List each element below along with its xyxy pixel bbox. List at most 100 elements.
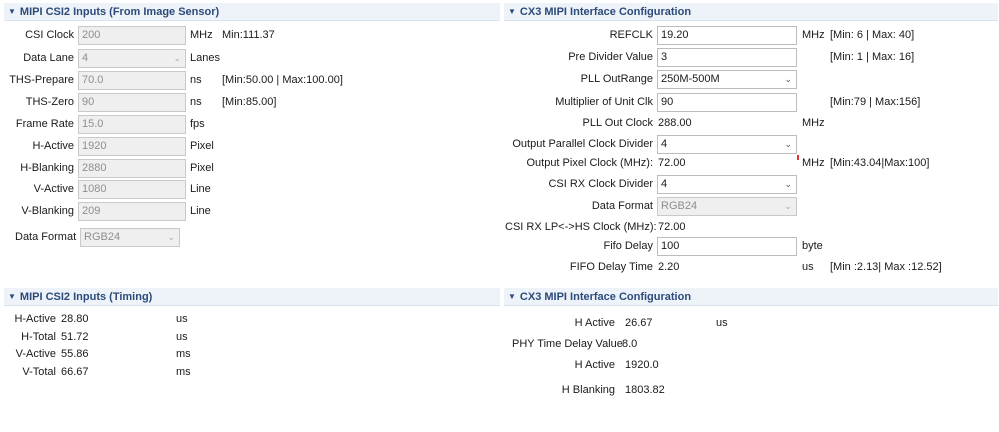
fifo-delay-time-label: FIFO Delay Time xyxy=(569,261,653,273)
h-active-label: H-Active xyxy=(32,140,74,152)
multiplier-label: Multiplier of Unit Clk xyxy=(555,96,653,108)
output-parallel-clock-divider-value: 4 xyxy=(661,138,668,150)
refclk-label: REFCLK xyxy=(609,29,653,41)
chevron-down-icon: ⌄ xyxy=(167,232,175,242)
frame-rate-input[interactable]: 15.0 xyxy=(78,115,186,134)
timing-v-total-unit: ms xyxy=(176,366,191,378)
chevron-down-icon: ⌄ xyxy=(784,139,792,149)
v-active-input[interactable]: 1080 xyxy=(78,180,186,199)
output-pixel-clock-unit: MHz xyxy=(802,157,825,169)
h-active-input[interactable]: 1920 xyxy=(78,137,186,156)
pll-outrange-select[interactable]: 250M-500M ⌄ xyxy=(657,70,797,89)
timing-h-active-value: 28.80 xyxy=(61,313,89,325)
v-blanking-input[interactable]: 209 xyxy=(78,202,186,221)
chevron-down-icon: ⌄ xyxy=(784,201,792,211)
csi-clock-unit: MHz xyxy=(190,29,213,41)
section-title: MIPI CSI2 Inputs (From Image Sensor) xyxy=(19,6,220,18)
cx3-h-blanking-label: H Blanking xyxy=(561,384,615,396)
ths-prepare-label: THS-Prepare xyxy=(9,74,74,86)
refclk-input[interactable]: 19.20 xyxy=(657,26,797,45)
phy-time-delay-label: PHY Time Delay Value xyxy=(512,338,623,350)
output-parallel-clock-divider-label: Output Parallel Clock Divider xyxy=(512,138,653,150)
data-lane-select[interactable]: 4 ⌄ xyxy=(78,49,186,68)
data-lane-label: Data Lane xyxy=(23,52,74,64)
timing-v-active-label: V-Active xyxy=(15,348,56,360)
pll-out-clock-unit: MHz xyxy=(802,117,825,129)
right-data-format-select[interactable]: RGB24 ⌄ xyxy=(657,197,797,216)
pll-out-clock-value: 288.00 xyxy=(658,117,692,129)
right-data-format-value: RGB24 xyxy=(661,200,698,212)
cx3-h-active-label: H Active xyxy=(574,359,615,371)
section-title: CX3 MIPI Interface Configuration xyxy=(519,291,692,303)
cx3-h-active-time-label: H Active xyxy=(574,317,615,329)
csi-rx-clock-divider-label: CSI RX Clock Divider xyxy=(548,178,653,190)
csi-rx-clock-divider-select[interactable]: 4 ⌄ xyxy=(657,175,797,194)
fifo-delay-input[interactable]: 100 xyxy=(657,237,797,256)
timing-h-active-unit: us xyxy=(176,313,188,325)
csi-clock-range: Min:111.37 xyxy=(222,29,275,41)
triangle-down-icon[interactable]: ▼ xyxy=(508,7,516,16)
cx3-h-active-time-value: 26.67 xyxy=(625,317,653,329)
section-header-cx3-timing[interactable]: ▼ CX3 MIPI Interface Configuration xyxy=(504,288,998,306)
h-blanking-input[interactable]: 2880 xyxy=(78,159,186,178)
data-lane-unit: Lanes xyxy=(190,52,220,64)
timing-v-total-label: V-Total xyxy=(22,366,56,378)
timing-v-total-value: 66.67 xyxy=(61,366,89,378)
data-format-select[interactable]: RGB24 ⌄ xyxy=(80,228,180,247)
cx3-h-active-time-unit: us xyxy=(716,317,728,329)
data-lane-value: 4 xyxy=(82,52,89,64)
v-blanking-label: V-Blanking xyxy=(21,205,74,217)
csi-clock-label: CSI Clock xyxy=(25,29,74,41)
h-blanking-label: H-Blanking xyxy=(20,162,74,174)
chevron-down-icon: ⌄ xyxy=(784,74,792,84)
pre-divider-input[interactable]: 3 xyxy=(657,48,797,67)
section-header-csi2-inputs[interactable]: ▼ MIPI CSI2 Inputs (From Image Sensor) xyxy=(4,3,500,21)
output-pixel-clock-value: 72.00 xyxy=(658,157,686,169)
output-pixel-clock-range: [Min:43.04|Max:100] xyxy=(830,157,930,169)
section-title: CX3 MIPI Interface Configuration xyxy=(519,6,692,18)
v-active-label: V-Active xyxy=(33,183,74,195)
triangle-down-icon[interactable]: ▼ xyxy=(8,7,16,16)
ths-prepare-unit: ns xyxy=(190,74,202,86)
cx3-h-active-value: 1920.0 xyxy=(625,359,659,371)
csi-rx-lp-hs-clock-label: CSI RX LP<->HS Clock (MHz): xyxy=(505,221,657,233)
ths-prepare-range: [Min:50.00 | Max:100.00] xyxy=(222,74,343,86)
timing-h-active-label: H-Active xyxy=(14,313,56,325)
v-active-unit: Line xyxy=(190,183,211,195)
ths-prepare-input[interactable]: 70.0 xyxy=(78,71,186,90)
h-active-unit: Pixel xyxy=(190,140,214,152)
frame-rate-unit: fps xyxy=(190,118,205,130)
triangle-down-icon[interactable]: ▼ xyxy=(508,292,516,301)
section-header-csi2-timing[interactable]: ▼ MIPI CSI2 Inputs (Timing) xyxy=(4,288,500,306)
chevron-down-icon: ⌄ xyxy=(784,179,792,189)
phy-time-delay-value: 8.0 xyxy=(622,338,638,350)
fifo-delay-unit: byte xyxy=(802,240,823,252)
refclk-unit: MHz xyxy=(802,29,825,41)
ths-zero-input[interactable]: 90 xyxy=(78,93,186,112)
cx3-h-blanking-value: 1803.82 xyxy=(625,384,665,396)
csi-rx-lp-hs-clock-value: 72.00 xyxy=(658,221,686,233)
section-title: MIPI CSI2 Inputs (Timing) xyxy=(19,291,153,303)
data-format-value: RGB24 xyxy=(84,231,121,243)
ths-zero-unit: ns xyxy=(190,96,202,108)
timing-v-active-unit: ms xyxy=(176,348,191,360)
error-marker xyxy=(797,155,799,160)
multiplier-range: [Min:79 | Max:156] xyxy=(830,96,921,108)
fifo-delay-time-range: [Min :2.13| Max :12.52] xyxy=(830,261,942,273)
right-data-format-label: Data Format xyxy=(591,200,653,212)
csi-rx-clock-divider-value: 4 xyxy=(661,178,668,190)
fifo-delay-time-value: 2.20 xyxy=(658,261,680,273)
refclk-range: [Min: 6 | Max: 40] xyxy=(830,29,915,41)
h-blanking-unit: Pixel xyxy=(190,162,214,174)
output-parallel-clock-divider-select[interactable]: 4 ⌄ xyxy=(657,135,797,154)
frame-rate-label: Frame Rate xyxy=(15,118,74,130)
multiplier-input[interactable]: 90 xyxy=(657,93,797,112)
fifo-delay-label: Fifo Delay xyxy=(603,240,653,252)
section-header-cx3-config[interactable]: ▼ CX3 MIPI Interface Configuration xyxy=(504,3,998,21)
data-format-label: Data Format xyxy=(15,231,77,243)
triangle-down-icon[interactable]: ▼ xyxy=(8,292,16,301)
csi-clock-input[interactable]: 200 xyxy=(78,26,186,45)
fifo-delay-time-unit: us xyxy=(802,261,814,273)
output-pixel-clock-label: Output Pixel Clock (MHz): xyxy=(526,157,653,169)
v-blanking-unit: Line xyxy=(190,205,211,217)
